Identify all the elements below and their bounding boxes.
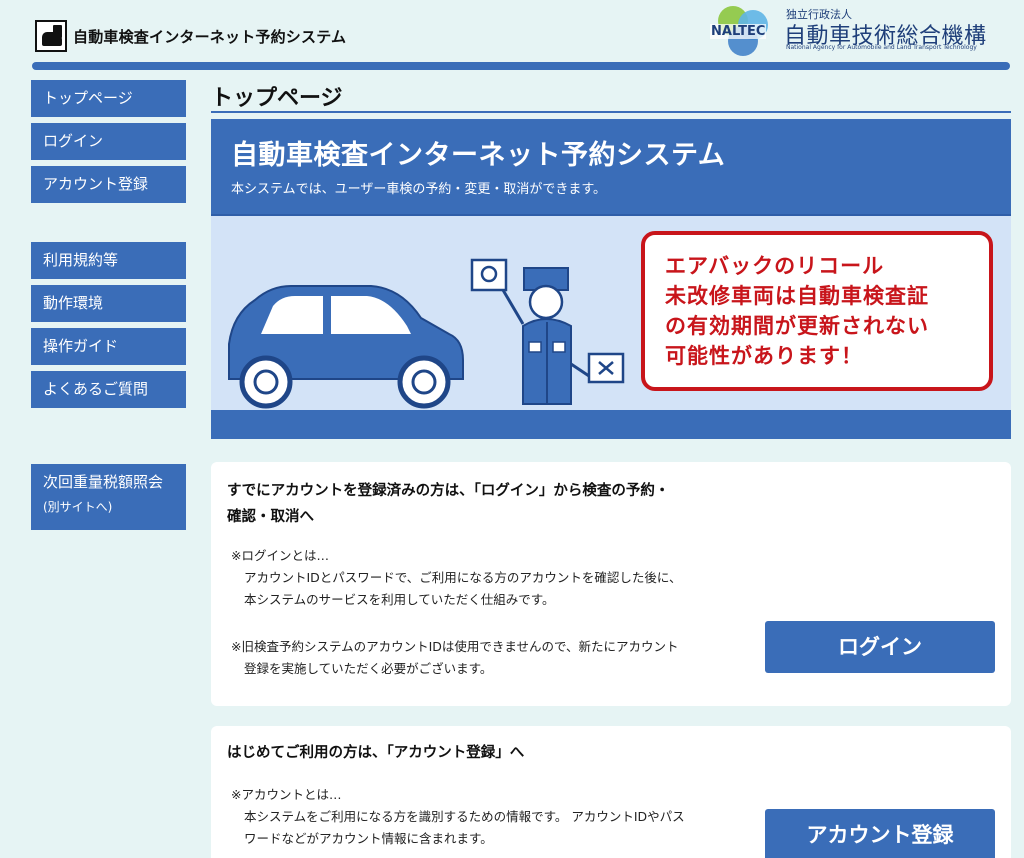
page-title: トップページ xyxy=(211,86,343,111)
login-button[interactable]: ログイン xyxy=(765,621,995,673)
sidebar-item-account-register[interactable]: アカウント登録 xyxy=(31,166,186,203)
register-card: はじめてご利用の方は、「アカウント登録」へ ※アカウントとは… 本システムをご利… xyxy=(211,726,1011,858)
naltec-abbr: NALTEC xyxy=(710,24,767,39)
sidebar-item-terms[interactable]: 利用規約等 xyxy=(31,242,186,279)
register-card-heading: はじめてご利用の方は、「アカウント登録」へ xyxy=(227,745,525,761)
recall-line: 未改修車両は自動車検査証 xyxy=(665,284,929,308)
sidebar-item-environment[interactable]: 動作環境 xyxy=(31,285,186,322)
tax-inquiry-label: 次回重量税額照会 xyxy=(43,473,164,491)
app-title: 自動車検査インターネット予約システム xyxy=(73,27,347,46)
recall-line: の有効期間が更新されない xyxy=(665,314,929,338)
recall-line: 可能性があります！ xyxy=(665,344,863,368)
hero-subtitle: 本システムでは、ユーザー車検の予約・変更・取消ができます。 xyxy=(231,182,607,197)
old-account-note: ※旧検査予約システムのアカウントIDは使用できませんので、新たにアカウント 登録… xyxy=(231,639,679,676)
login-card: すでにアカウントを登録済みの方は、「ログイン」から検査の予約・ 確認・取消へ ※… xyxy=(211,462,1011,706)
recall-notice: エアバックのリコール 未改修車両は自動車検査証 の有効期間が更新されない 可能性… xyxy=(641,231,993,391)
inspector-icon xyxy=(470,258,625,405)
sidebar-item-faq[interactable]: よくあるご質問 xyxy=(31,371,186,408)
sidebar-item-login[interactable]: ログイン xyxy=(31,123,186,160)
org-english-name: National Agency for Automobile and Land … xyxy=(786,44,977,51)
login-note: ※ログインとは… アカウントIDとパスワードで、ご利用になる方のアカウントを確認… xyxy=(231,548,682,607)
car-icon xyxy=(228,285,464,409)
sidebar-item-guide[interactable]: 操作ガイド xyxy=(31,328,186,365)
hero-title: 自動車検査インターネット予約システム xyxy=(231,140,726,171)
login-card-heading: すでにアカウントを登録済みの方は、「ログイン」から検査の予約・ 確認・取消へ xyxy=(227,483,670,525)
recall-line: エアバックのリコール xyxy=(665,254,885,278)
title-underline xyxy=(211,111,1011,113)
car-inspector-illustration xyxy=(228,258,625,409)
account-note: ※アカウントとは… 本システムをご利用になる方を識別するための情報です。 アカウ… xyxy=(231,787,685,846)
header-divider xyxy=(32,62,1010,70)
hero-banner: 自動車検査インターネット予約システム 本システムでは、ユーザー車検の予約・変更・… xyxy=(211,119,1011,439)
naltec-logo[interactable]: NALTEC 独立行政法人 自動車技術総合機構 National Agency … xyxy=(708,4,1018,60)
header: 自動車検査インターネット予約システム NALTEC 独立行政法人 自動車技術総合… xyxy=(0,0,1024,70)
account-register-button[interactable]: アカウント登録 xyxy=(765,809,995,858)
car-logo-icon xyxy=(35,20,67,52)
sidebar-item-tax-inquiry[interactable]: 次回重量税額照会 (別サイトへ) xyxy=(31,464,186,530)
tax-inquiry-sub-label: (別サイトへ) xyxy=(43,500,113,514)
site-logo[interactable]: 自動車検査インターネット予約システム xyxy=(35,20,346,52)
sidebar-item-top-page[interactable]: トップページ xyxy=(31,80,186,117)
